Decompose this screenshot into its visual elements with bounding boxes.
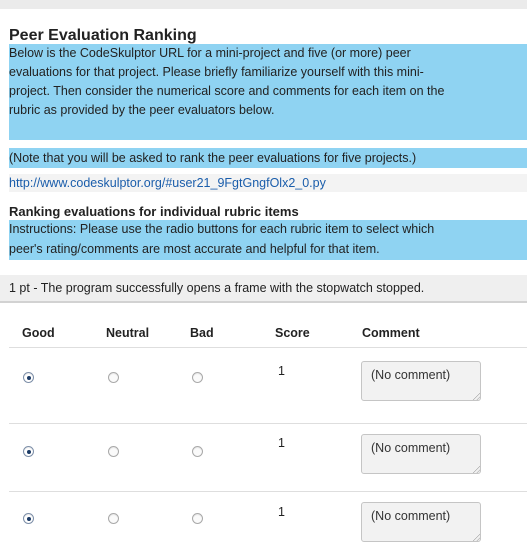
score-value: 1 [278,436,285,450]
rubric-item: 1 pt - The program successfully opens a … [0,275,527,303]
page: Peer Evaluation Ranking Below is the Cod… [0,0,527,558]
instructions-line: peer's rating/comments are most accurate… [9,241,380,256]
score-value: 1 [278,364,285,378]
resize-grip-icon[interactable] [473,466,480,473]
page-title: Peer Evaluation Ranking [9,27,197,44]
radio-neutral[interactable] [108,372,119,383]
radio-good[interactable] [23,446,34,457]
column-header-good: Good [22,326,55,340]
resize-grip-icon[interactable] [473,393,480,400]
instructions-text: Instructions: Please use the radio butto… [9,220,527,260]
column-header-score: Score [275,326,310,340]
instructions-line: Instructions: Please use the radio butto… [9,222,435,236]
top-strip [0,0,527,9]
intro-text: Below is the CodeSkulptor URL for a mini… [9,44,527,140]
radio-bad[interactable] [192,446,203,457]
url-row: http://www.codeskulptor.org/#user21_9Fgt… [9,174,527,192]
radio-bad[interactable] [192,372,203,383]
column-header-neutral: Neutral [106,326,150,340]
ranking-heading: Ranking evaluations for individual rubri… [9,204,299,219]
intro-line: rubric as provided by the peer evaluator… [9,103,275,117]
row-divider [9,491,527,492]
resize-grip-icon[interactable] [473,534,480,541]
column-header-comment: Comment [362,326,420,340]
intro-line: Below is the CodeSkulptor URL for a mini… [9,46,411,60]
intro-line: project. Then consider the numerical sco… [9,84,445,98]
intro-line: evaluations for that project. Please bri… [9,65,424,79]
column-header-bad: Bad [190,326,214,340]
row-divider [9,423,527,424]
comment-box[interactable]: (No comment) [361,361,481,401]
comment-box[interactable]: (No comment) [361,502,481,542]
radio-neutral[interactable] [108,513,119,524]
score-value: 1 [278,505,285,519]
comment-box[interactable]: (No comment) [361,434,481,474]
radio-good[interactable] [23,513,34,524]
row-divider [9,347,527,348]
radio-neutral[interactable] [108,446,119,457]
radio-bad[interactable] [192,513,203,524]
radio-good[interactable] [23,372,34,383]
ranking-note: (Note that you will be asked to rank the… [9,148,527,168]
project-url-link[interactable]: http://www.codeskulptor.org/#user21_9Fgt… [9,176,326,190]
